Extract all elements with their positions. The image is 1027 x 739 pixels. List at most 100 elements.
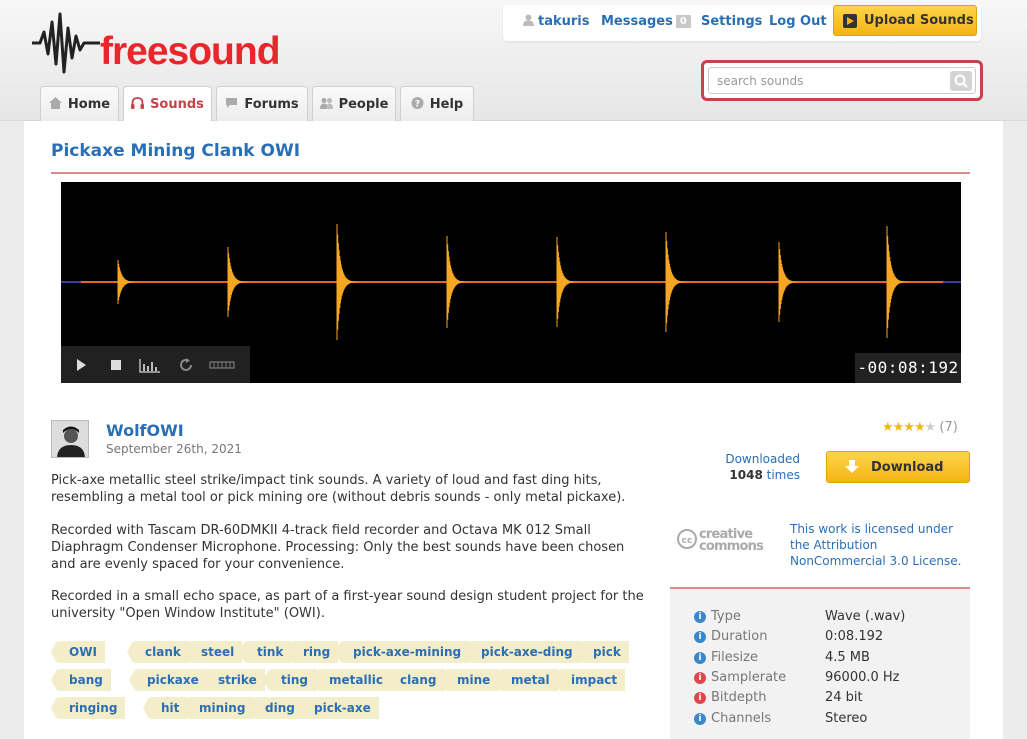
tab-people[interactable]: People [312, 86, 396, 121]
tab-help-label: Help [429, 97, 464, 112]
star-icon[interactable]: ★ [882, 420, 894, 435]
star-icon[interactable]: ★ [903, 420, 915, 435]
tag[interactable]: steel [182, 641, 243, 663]
download-stats: Downloaded 1048 times [714, 451, 800, 483]
property-value: 96000.0 Hz [825, 670, 900, 685]
waveform-logo-icon [32, 12, 100, 74]
property-label: Type [711, 609, 741, 624]
waveform-transient [556, 237, 585, 327]
tag[interactable]: mining [180, 697, 254, 719]
search-box [701, 60, 983, 101]
tag[interactable]: OWI [51, 641, 105, 663]
logout-link[interactable]: Log Out [769, 14, 827, 29]
tag[interactable]: pick-axe [296, 697, 379, 719]
info-icon[interactable]: i [694, 713, 706, 725]
messages-count-badge: 0 [675, 15, 691, 28]
tag[interactable]: metallic [311, 669, 391, 691]
headphones-icon [131, 97, 145, 109]
sound-properties: i Type Wave (.wav) i Duration 0:08.192 i… [670, 589, 970, 739]
search-button[interactable] [950, 71, 972, 91]
help-icon: ? [411, 97, 424, 109]
messages-link[interactable]: Messages 0 [601, 14, 691, 29]
svg-text:cc: cc [682, 536, 693, 546]
tag[interactable]: strike [200, 669, 265, 691]
download-button[interactable]: Download [826, 451, 970, 483]
loop-icon[interactable] [178, 357, 194, 373]
spectrogram-toggle-icon[interactable] [139, 357, 161, 373]
property-value: 4.5 MB [825, 650, 870, 665]
stop-icon[interactable] [108, 357, 124, 373]
warning-icon[interactable]: i [694, 692, 706, 704]
waveform-transient [117, 260, 146, 304]
user-bar: takuris Messages 0 Settings Log Out Uploa… [503, 5, 981, 41]
upload-sounds-button[interactable]: Upload Sounds [833, 5, 977, 36]
tag[interactable]: clank [127, 641, 189, 663]
property-value: Wave (.wav) [825, 609, 906, 624]
freesound-logo[interactable]: freesound [30, 10, 281, 76]
svg-text:?: ? [415, 100, 420, 110]
license-link[interactable]: This work is licensed under the Attribut… [790, 521, 970, 569]
author-photo [52, 421, 88, 457]
messages-label: Messages [601, 14, 673, 29]
tag[interactable]: mine [438, 669, 499, 691]
tag[interactable]: ringing [50, 697, 126, 719]
tab-sounds-label: Sounds [150, 97, 204, 112]
downloaded-suffix: times [766, 468, 800, 482]
site-header: freesound takuris Messages 0 Settings Log… [0, 0, 1027, 122]
upload-arrow-icon [843, 14, 857, 28]
tag[interactable]: pick-axe-mining [334, 641, 470, 663]
zoom-icon[interactable] [209, 357, 235, 373]
player-controls [61, 346, 250, 383]
sound-page: Pickaxe Mining Clank OWI -00:08:192 Wolf… [24, 121, 1003, 739]
description-paragraph: Pick-axe metallic steel strike/impact ti… [51, 473, 626, 505]
warning-icon[interactable]: i [694, 672, 706, 684]
tab-home-label: Home [67, 97, 111, 112]
info-icon[interactable]: i [694, 652, 706, 664]
tag[interactable]: impact [552, 669, 626, 691]
waveform-transient [886, 226, 915, 338]
tag[interactable]: ting [263, 669, 316, 691]
tag[interactable]: pick [575, 641, 629, 663]
rating[interactable]: ★★★★★ (7) [882, 420, 958, 435]
waveform-transient [665, 232, 694, 332]
user-profile-link[interactable]: takuris [523, 14, 590, 29]
creative-commons-logo[interactable]: cc creative commons [677, 526, 777, 552]
property-value: Stereo [825, 711, 868, 726]
tag[interactable]: pick-axe-ding [463, 641, 581, 663]
upload-label: Upload Sounds [864, 13, 974, 28]
description-paragraph: Recorded with Tascam DR-60DMKII 4-track … [51, 523, 625, 572]
star-icon[interactable]: ★ [925, 420, 937, 435]
settings-link[interactable]: Settings [701, 14, 762, 29]
download-label: Download [871, 460, 944, 475]
tag[interactable]: metal [493, 669, 558, 691]
tag[interactable]: pickaxe [129, 669, 207, 691]
info-icon[interactable]: i [694, 611, 706, 623]
tag[interactable]: ring [284, 641, 339, 663]
tab-home[interactable]: Home [40, 86, 119, 121]
download-arrow-icon [845, 460, 859, 473]
tab-help[interactable]: ? Help [400, 86, 474, 121]
title-divider [51, 172, 970, 174]
waveform-player[interactable]: -00:08:192 [61, 182, 961, 383]
property-label: Samplerate [711, 670, 787, 685]
author-name-link[interactable]: WolfOWI [106, 421, 184, 440]
username: takuris [538, 14, 590, 29]
info-icon[interactable]: i [694, 631, 706, 643]
search-input[interactable] [708, 67, 976, 94]
property-label: Filesize [711, 650, 758, 665]
star-icon[interactable]: ★ [914, 420, 926, 435]
tab-forums[interactable]: Forums [216, 86, 308, 121]
star-icon[interactable]: ★ [893, 420, 905, 435]
property-label: Bitdepth [711, 690, 767, 705]
play-icon[interactable] [73, 357, 89, 373]
tag[interactable]: clang [381, 669, 445, 691]
waveform-transient [446, 236, 475, 328]
search-icon [954, 74, 968, 88]
waveform-transient [336, 224, 365, 340]
avatar[interactable] [51, 420, 89, 458]
property-label: Duration [711, 629, 768, 644]
tag[interactable]: bang [51, 669, 111, 691]
waveform-transient [227, 247, 256, 317]
tab-forums-label: Forums [244, 97, 299, 112]
tab-sounds[interactable]: Sounds [123, 86, 212, 122]
